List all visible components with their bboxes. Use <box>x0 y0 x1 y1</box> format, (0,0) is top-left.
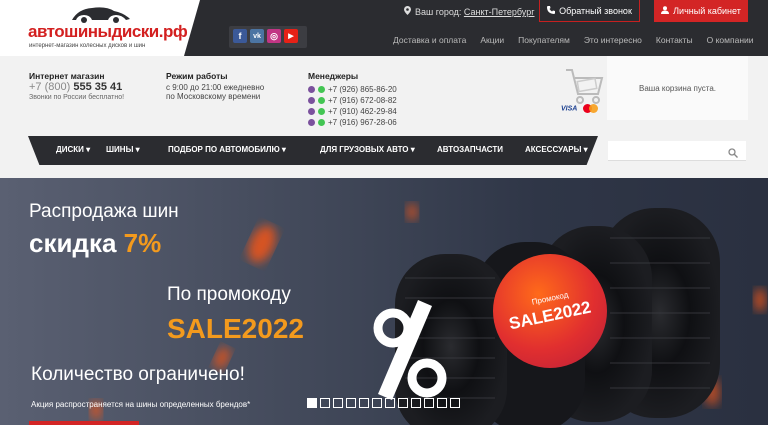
discount-percent: 7% <box>123 228 162 258</box>
whatsapp-icon <box>318 108 325 115</box>
phone-number: 555 35 41 <box>73 81 123 93</box>
payment-cards: VISA <box>561 104 599 113</box>
city-link[interactable]: Санкт-Петербург <box>464 7 535 17</box>
slider-dot[interactable] <box>372 398 382 408</box>
slider-dot[interactable] <box>333 398 343 408</box>
car-logo-icon <box>72 7 130 23</box>
topnav-interesting[interactable]: Это интересно <box>584 35 642 45</box>
manager-phone[interactable]: +7 (916) 672-08-82 <box>308 96 408 105</box>
promo-banner[interactable]: Распродажа шин скидка 7% По промокоду SA… <box>0 178 768 425</box>
banner-note: Акция распространяется на шины определен… <box>31 400 251 409</box>
managers-title: Менеджеры <box>308 71 359 81</box>
manager-phone-text: +7 (916) 967-28-06 <box>328 118 397 127</box>
slider-pagination <box>307 398 460 408</box>
manager-phone-text: +7 (916) 672-08-82 <box>328 96 397 105</box>
shop-phone[interactable]: +7 (800) 555 35 41 <box>29 81 124 93</box>
slider-dot[interactable] <box>307 398 317 408</box>
whatsapp-icon <box>318 119 325 126</box>
topnav-promotions[interactable]: Акции <box>480 35 504 45</box>
banner-title: Распродажа шин <box>29 201 179 222</box>
banner-discount: скидка 7% <box>29 228 161 259</box>
search-icon[interactable] <box>728 145 738 163</box>
vk-icon[interactable]: vk <box>250 29 264 43</box>
topnav-customers[interactable]: Покупателям <box>518 35 570 45</box>
city-selector: Ваш город: Санкт-Петербург <box>404 6 535 17</box>
manager-phone[interactable]: +7 (910) 462-29-84 <box>308 107 408 116</box>
mastercard-icon <box>583 104 599 113</box>
slider-dot[interactable] <box>359 398 369 408</box>
whatsapp-icon <box>318 97 325 104</box>
phone-prefix: +7 (800) <box>29 81 71 93</box>
info-row: Интернет магазин +7 (800) 555 35 41 Звон… <box>0 56 768 136</box>
viber-icon <box>308 86 315 93</box>
shop-contact: Интернет магазин +7 (800) 555 35 41 Звон… <box>29 72 124 102</box>
discount-text: скидка <box>29 228 124 258</box>
banner-promo-code: SALE2022 <box>167 313 304 344</box>
search-box <box>608 141 746 163</box>
phone-note: Звонки по России бесплатно! <box>29 94 125 101</box>
nav-car-selection[interactable]: ПОДБОР ПО АВТОМОБИЛЮ ▾ <box>168 145 286 154</box>
logo-text: автошиныдиски.рф <box>28 22 188 41</box>
slider-dot[interactable] <box>346 398 356 408</box>
slider-dot[interactable] <box>320 398 330 408</box>
callback-button[interactable]: Обратный звонок <box>539 0 640 22</box>
promo-badge: Промокод SALE2022 <box>493 254 607 368</box>
nav-wheels[interactable]: ДИСКИ ▾ <box>56 145 90 154</box>
city-label: Ваш город: <box>415 7 462 17</box>
manager-phone-text: +7 (926) 865-86-20 <box>328 85 397 94</box>
slider-dot[interactable] <box>411 398 421 408</box>
banner-limited: Количество ограничено! <box>31 364 245 385</box>
managers: Менеджеры +7 (926) 865-86-20 +7 (916) 67… <box>308 72 518 127</box>
visa-logo: VISA <box>561 105 578 113</box>
whatsapp-icon <box>318 86 325 93</box>
manager-phone-text: +7 (910) 462-29-84 <box>328 107 397 116</box>
cabinet-label: Личный кабинет <box>673 6 741 16</box>
nav-tires[interactable]: ШИНЫ ▾ <box>106 145 140 154</box>
slider-dot[interactable] <box>385 398 395 408</box>
nav-accessories[interactable]: АКСЕССУАРЫ ▾ <box>525 145 588 154</box>
banner-cta-strip[interactable] <box>29 421 139 425</box>
viber-icon <box>308 119 315 126</box>
phone-icon <box>547 5 556 16</box>
topnav-contacts[interactable]: Контакты <box>656 35 693 45</box>
work-hours: Режим работы с 9:00 до 21:00 ежедневно п… <box>166 71 265 102</box>
hours-line2: по Московскому времени <box>166 92 261 101</box>
facebook-icon[interactable]: f <box>233 29 247 43</box>
cabinet-button[interactable]: Личный кабинет <box>654 0 748 22</box>
cart-summary[interactable]: Ваша корзина пуста. <box>607 56 748 120</box>
youtube-icon[interactable]: ▶ <box>284 29 298 43</box>
main-navigation: ДИСКИ ▾ ШИНЫ ▾ ПОДБОР ПО АВТОМОБИЛЮ ▾ ДЛ… <box>28 136 746 165</box>
viber-icon <box>308 108 315 115</box>
hours-line1: с 9:00 до 21:00 ежедневно <box>166 83 265 92</box>
cart-text: Ваша корзина пуста. <box>639 83 716 93</box>
nav-trucks[interactable]: ДЛЯ ГРУЗОВЫХ АВТО ▾ <box>320 145 415 154</box>
slider-dot[interactable] <box>437 398 447 408</box>
search-input[interactable] <box>608 141 718 162</box>
topnav-about[interactable]: О компании <box>707 35 754 45</box>
slider-dot[interactable] <box>398 398 408 408</box>
shop-title: Интернет магазин <box>29 71 105 81</box>
logo[interactable]: автошиныдиски.рф интернет-магазин колесн… <box>0 0 200 56</box>
top-navigation: Доставка и оплата Акции Покупателям Это … <box>393 35 768 45</box>
manager-phone[interactable]: +7 (926) 865-86-20 <box>308 85 408 94</box>
top-bar: автошиныдиски.рф интернет-магазин колесн… <box>0 0 768 56</box>
hours-title: Режим работы <box>166 71 228 81</box>
slider-dot[interactable] <box>450 398 460 408</box>
banner-promo-label: По промокоду <box>167 284 291 305</box>
slider-dot[interactable] <box>424 398 434 408</box>
instagram-icon[interactable]: ◎ <box>267 29 281 43</box>
logo-subtitle: интернет-магазин колесных дисков и шин <box>29 43 146 49</box>
social-links: f vk ◎ ▶ <box>229 26 307 48</box>
nav-autoparts[interactable]: АВТОЗАПЧАСТИ <box>437 145 503 154</box>
viber-icon <box>308 97 315 104</box>
topnav-delivery[interactable]: Доставка и оплата <box>393 35 466 45</box>
user-icon <box>661 6 670 16</box>
manager-phone[interactable]: +7 (916) 967-28-06 <box>308 118 408 127</box>
callback-label: Обратный звонок <box>559 5 632 16</box>
location-pin-icon <box>404 6 411 17</box>
